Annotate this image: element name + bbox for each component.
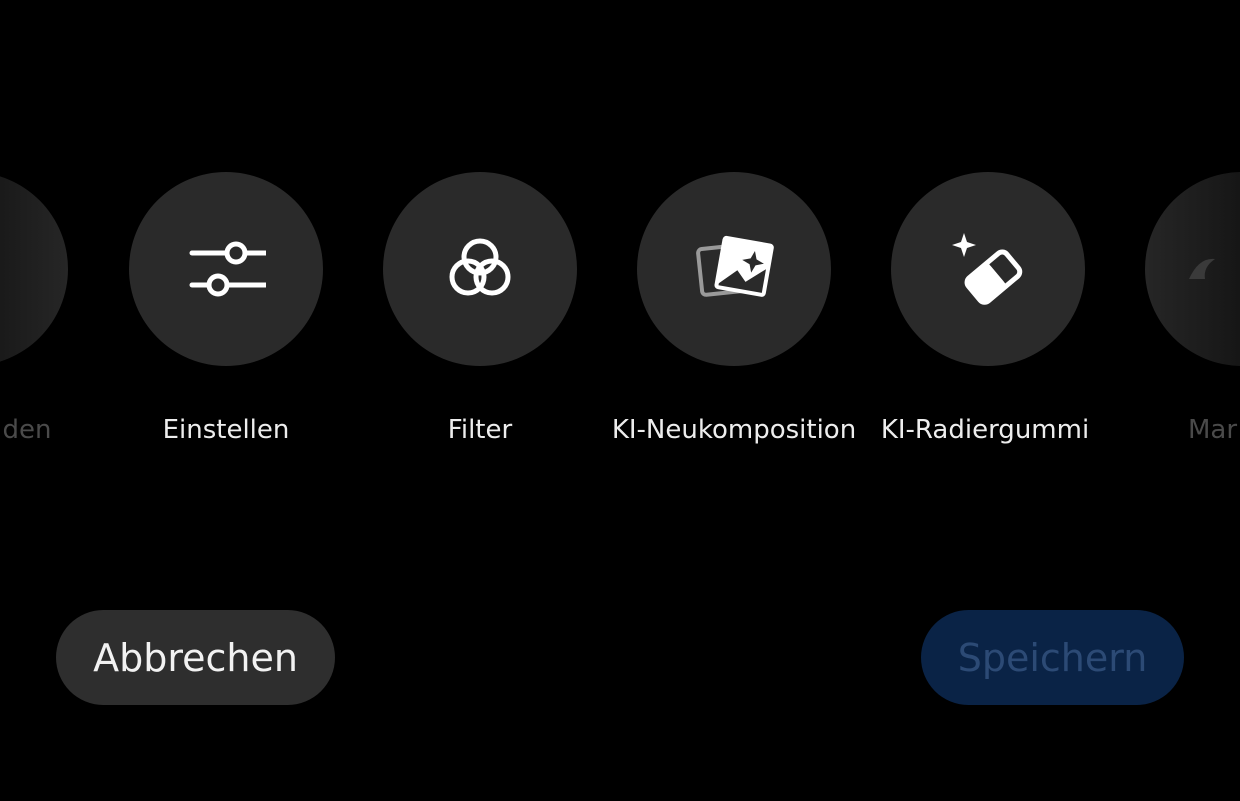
tool-label-ai-eraser: KI-Radiergummi (880, 415, 1090, 445)
save-button[interactable]: Speichern (921, 610, 1184, 705)
photo-editor-tool-screen: den Einstellen Filter KI-Neukomposition … (0, 0, 1240, 801)
tool-label-filter: Filter (447, 415, 513, 445)
sliders-icon (186, 229, 266, 309)
ai-eraser-icon (946, 227, 1030, 311)
tool-button-filter[interactable] (383, 172, 577, 366)
tool-button-adjust[interactable] (129, 172, 323, 366)
tool-button-partial-left[interactable] (0, 172, 68, 366)
cancel-button[interactable]: Abbrechen (56, 610, 335, 705)
partial-tool-icon (1189, 229, 1240, 309)
tool-button-ai-eraser[interactable] (891, 172, 1085, 366)
tool-label-adjust: Einstellen (162, 415, 290, 445)
tool-label-ai-recompose: KI-Neukomposition (611, 415, 857, 445)
ai-recompose-icon (692, 227, 776, 311)
tool-label-partial-right: Mar (1188, 415, 1238, 445)
filter-circles-icon (440, 229, 520, 309)
tool-button-ai-recompose[interactable] (637, 172, 831, 366)
tool-button-partial-right[interactable] (1145, 172, 1240, 366)
